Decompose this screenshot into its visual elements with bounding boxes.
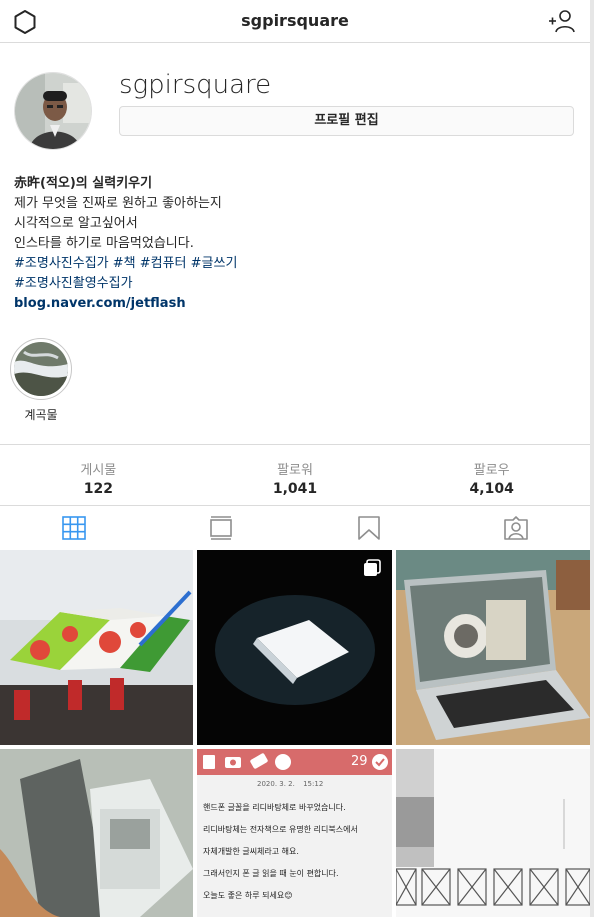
note-line: 핸드폰 글꼴을 리디바탕체로 바꾸었습니다. — [203, 803, 346, 812]
story-highlight[interactable]: 계곡물 — [10, 338, 72, 423]
bio-line: 인스타를 하기로 마음먹었습니다. — [14, 236, 194, 251]
stat-label: 팔로워 — [277, 463, 313, 478]
post-thumbnail[interactable] — [396, 550, 590, 745]
tagged-user-icon — [504, 516, 529, 540]
highlight-label: 계곡물 — [24, 408, 58, 422]
stat-value: 1,041 — [272, 481, 318, 497]
note-date: 2020. 3. 2. 15:12 — [257, 780, 323, 788]
stat-following[interactable]: 팔로우 4,104 — [393, 445, 590, 505]
top-bar: sgpirsquare — [0, 0, 590, 43]
highlight-cover — [14, 342, 68, 396]
feed-icon — [210, 516, 233, 540]
post-thumbnail[interactable] — [197, 550, 392, 745]
stat-posts: 게시물 122 — [0, 445, 197, 505]
header-title: sgpirsquare — [241, 11, 349, 30]
note-body: 2020. 3. 2. 15:12 핸드폰 글꼴을 리디바탕체로 바꾸었습니다.… — [197, 775, 392, 917]
stat-followers[interactable]: 팔로워 1,041 — [197, 445, 394, 505]
bio-name: 赤旿(적오)의 실력키우기 — [14, 176, 153, 191]
profile-stats: 게시물 122 팔로워 1,041 팔로우 4,104 — [0, 444, 590, 506]
note-time-text: 15:12 — [303, 780, 324, 788]
profile-avatar[interactable] — [14, 72, 92, 150]
add-user-icon[interactable] — [548, 9, 576, 33]
post-grid: 29 2020. 3. 2. 15:12 핸드폰 글꼴을 리디바탕체로 바꾸었습… — [0, 550, 590, 917]
post-thumbnail[interactable] — [396, 749, 590, 917]
note-post-thumbnail[interactable]: 29 2020. 3. 2. 15:12 핸드폰 글꼴을 리디바탕체로 바꾸었습… — [197, 749, 392, 917]
bio-website-link[interactable]: blog.naver.com/jetflash — [14, 294, 237, 314]
tab-tagged[interactable] — [443, 506, 591, 550]
post-thumbnail[interactable] — [0, 749, 193, 917]
stat-value: 122 — [83, 481, 113, 497]
note-line: 오늘도 좋은 하루 되세요😊 — [203, 891, 293, 900]
note-line: 자체개발한 글씨체라고 해요. — [203, 847, 299, 856]
avatar-photo — [15, 73, 91, 149]
window-edge — [590, 0, 594, 917]
edit-profile-button[interactable]: 프로필 편집 — [119, 106, 574, 136]
stat-value: 4,104 — [469, 481, 514, 497]
bookmark-icon — [357, 516, 380, 540]
bio-line: 제가 무엇을 진짜로 원하고 좋아하는지 — [14, 196, 222, 211]
note-date-text: 2020. 3. 2. — [257, 780, 295, 788]
profile-tabs — [0, 506, 590, 550]
grid-icon — [61, 516, 86, 540]
post-thumbnail[interactable] — [0, 550, 193, 745]
note-text: 핸드폰 글꼴을 리디바탕체로 바꾸었습니다. 리디바탕체는 전자책으로 유명한 … — [203, 797, 358, 907]
stat-label: 게시물 — [80, 463, 117, 478]
stat-label: 팔로우 — [473, 463, 510, 478]
note-line: 리디바탕체는 전자책으로 유명한 리디북스에서 — [203, 825, 358, 834]
bio-hashtags[interactable]: #조명사진수집가 #책 #컴퓨터 #글쓰기 — [14, 254, 237, 274]
note-line: 그래서인지 폰 글 읽을 때 눈이 편합니다. — [203, 869, 339, 878]
tab-saved[interactable] — [295, 506, 443, 550]
bio-line: 시각적으로 알고싶어서 — [14, 216, 138, 231]
profile-bio: 赤旿(적오)의 실력키우기 제가 무엇을 진짜로 원하고 좋아하는지 시각적으로… — [14, 174, 237, 314]
profile-username: sgpirsquare — [119, 70, 272, 100]
highlight-ring — [10, 338, 72, 400]
note-count: 29 — [351, 754, 368, 769]
tab-grid[interactable] — [0, 506, 148, 550]
bio-hashtags[interactable]: #조명사진촬영수집가 — [14, 274, 237, 294]
tab-feed[interactable] — [148, 506, 296, 550]
note-header: 29 — [197, 749, 392, 775]
